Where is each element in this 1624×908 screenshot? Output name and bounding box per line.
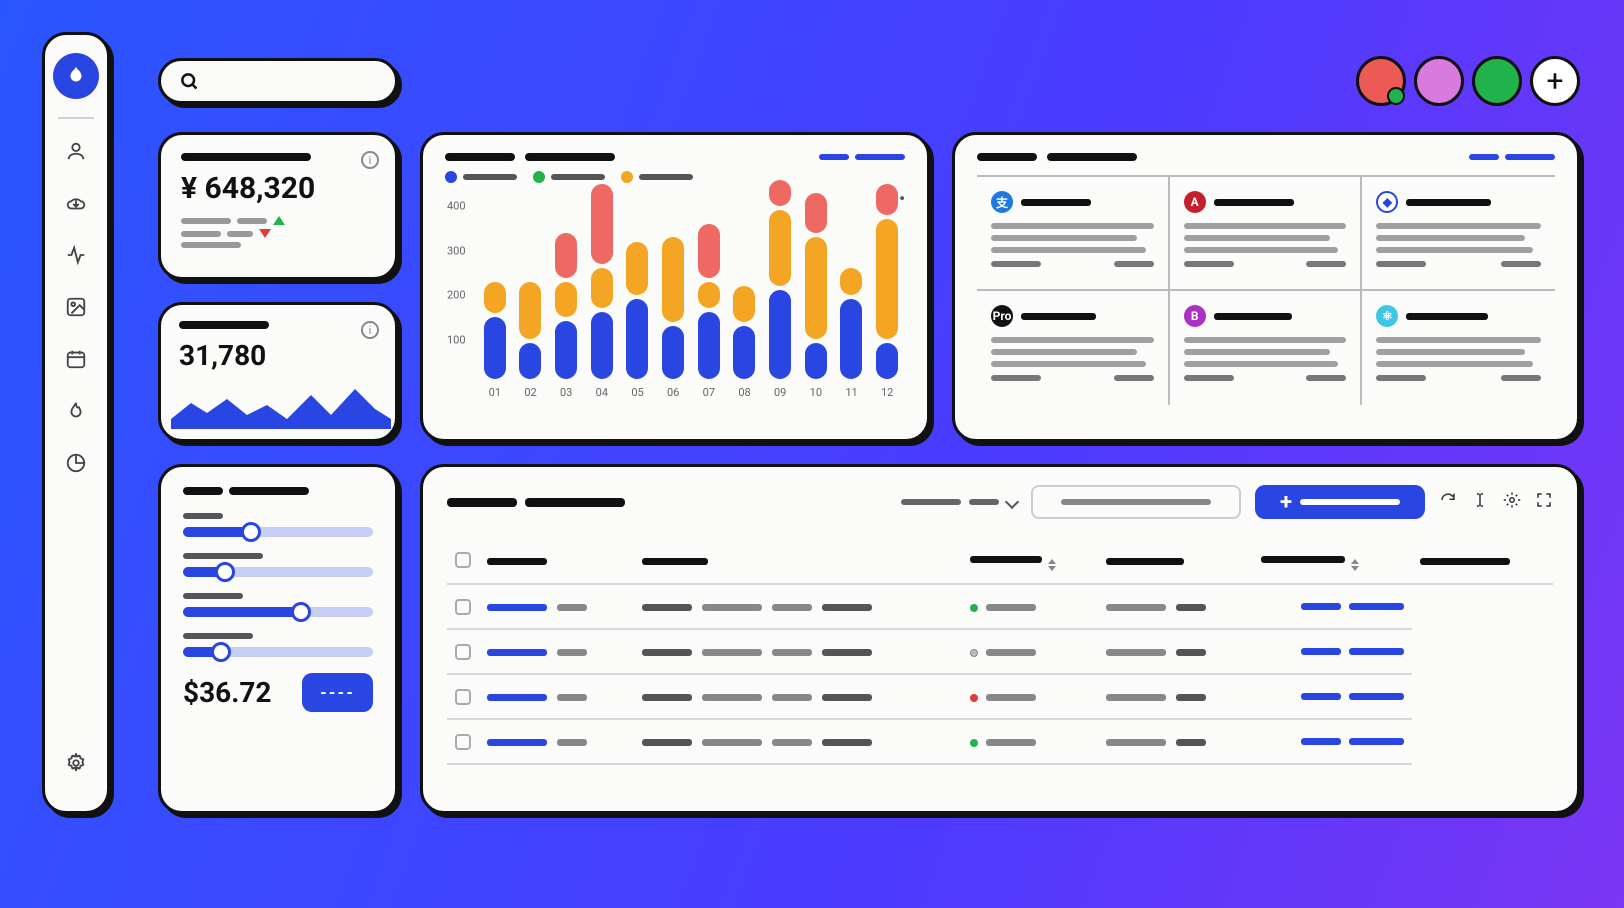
partner-cell-1[interactable]: A bbox=[1170, 177, 1363, 291]
visitors-label bbox=[179, 321, 269, 329]
row-checkbox[interactable] bbox=[455, 599, 471, 615]
column-header-2[interactable] bbox=[962, 537, 1098, 584]
info-icon[interactable]: i bbox=[361, 151, 379, 169]
slider-3[interactable] bbox=[183, 633, 373, 657]
chevron-down-icon bbox=[1005, 495, 1019, 509]
table-row[interactable] bbox=[447, 719, 1553, 764]
row-checkbox[interactable] bbox=[455, 734, 471, 750]
partners-link-1[interactable] bbox=[1469, 154, 1499, 160]
partner-cell-4[interactable]: B bbox=[1170, 291, 1363, 405]
revenue-label bbox=[181, 153, 311, 161]
column-header-0 bbox=[479, 537, 634, 584]
chart-legend bbox=[445, 171, 905, 183]
nav-activity-icon[interactable] bbox=[54, 233, 98, 277]
table-row[interactable] bbox=[447, 674, 1553, 719]
chart-link-1[interactable] bbox=[819, 154, 849, 160]
avatar-group: + bbox=[1356, 56, 1580, 106]
fullscreen-icon[interactable] bbox=[1535, 491, 1553, 513]
table-row[interactable] bbox=[447, 584, 1553, 629]
row-action-2[interactable] bbox=[1349, 738, 1404, 745]
visitors-card: i 31,780 bbox=[158, 302, 398, 442]
nav-user-icon[interactable] bbox=[54, 129, 98, 173]
table-row[interactable] bbox=[447, 629, 1553, 674]
sparkline-chart bbox=[171, 375, 391, 429]
table-title bbox=[447, 498, 625, 507]
row-action-1[interactable] bbox=[1301, 738, 1341, 745]
visitors-value: 31,780 bbox=[179, 339, 377, 372]
table-dropdown[interactable] bbox=[901, 497, 1017, 507]
chart-title bbox=[445, 153, 615, 161]
slider-1[interactable] bbox=[183, 553, 373, 577]
slider-2[interactable] bbox=[183, 593, 373, 617]
table-search-field[interactable] bbox=[1031, 485, 1241, 519]
row-action-1[interactable] bbox=[1301, 603, 1341, 610]
nav-flame-icon[interactable] bbox=[54, 389, 98, 433]
nav-settings-icon[interactable] bbox=[54, 741, 98, 785]
table-add-button[interactable]: + bbox=[1255, 485, 1425, 519]
row-action-2[interactable] bbox=[1349, 693, 1404, 700]
row-checkbox[interactable] bbox=[455, 689, 471, 705]
search-input[interactable] bbox=[158, 58, 398, 104]
partner-cell-0[interactable]: 支 bbox=[977, 177, 1170, 291]
column-header-5 bbox=[1412, 537, 1553, 584]
chart-card: ••• 100200300400 bbox=[420, 132, 930, 442]
gear-icon[interactable] bbox=[1503, 491, 1521, 513]
avatar-1[interactable] bbox=[1356, 56, 1406, 106]
slider-0[interactable] bbox=[183, 513, 373, 537]
status-dot bbox=[970, 649, 978, 657]
info-icon[interactable]: i bbox=[361, 321, 379, 339]
avatar-2[interactable] bbox=[1414, 56, 1464, 106]
column-header-3 bbox=[1098, 537, 1253, 584]
partner-cell-2[interactable]: ◆ bbox=[1362, 177, 1555, 291]
row-action-1[interactable] bbox=[1301, 648, 1341, 655]
table-card: + bbox=[420, 464, 1580, 814]
revenue-card: i ¥ 648,320 bbox=[158, 132, 398, 280]
delta-down-icon bbox=[259, 229, 271, 238]
revenue-value: ¥ 648,320 bbox=[181, 171, 375, 206]
row-action-2[interactable] bbox=[1349, 603, 1404, 610]
logo[interactable] bbox=[53, 53, 99, 99]
nav-piechart-icon[interactable] bbox=[54, 441, 98, 485]
sliders-card: $36.72 ---- bbox=[158, 464, 398, 814]
plus-icon: + bbox=[1280, 490, 1292, 515]
nav-calendar-icon[interactable] bbox=[54, 337, 98, 381]
refresh-icon[interactable] bbox=[1439, 491, 1457, 513]
row-action-1[interactable] bbox=[1301, 693, 1341, 700]
nav-download-icon[interactable] bbox=[54, 181, 98, 225]
row-checkbox[interactable] bbox=[455, 644, 471, 660]
avatar-3[interactable] bbox=[1472, 56, 1522, 106]
text-cursor-icon[interactable] bbox=[1471, 491, 1489, 513]
select-all-checkbox[interactable] bbox=[455, 552, 471, 568]
column-header-1 bbox=[634, 537, 962, 584]
partner-cell-5[interactable]: ⚛ bbox=[1362, 291, 1555, 405]
partners-title bbox=[977, 153, 1137, 161]
add-avatar-button[interactable]: + bbox=[1530, 56, 1580, 106]
search-icon bbox=[179, 71, 199, 91]
row-action-2[interactable] bbox=[1349, 648, 1404, 655]
delta-up-icon bbox=[273, 216, 285, 225]
price-value: $36.72 bbox=[183, 676, 271, 709]
sliders-title bbox=[183, 487, 373, 495]
status-dot bbox=[970, 604, 978, 612]
sidebar bbox=[42, 32, 110, 814]
status-dot bbox=[970, 739, 978, 747]
status-dot bbox=[970, 694, 978, 702]
sliders-submit-button[interactable]: ---- bbox=[302, 673, 373, 712]
nav-image-icon[interactable] bbox=[54, 285, 98, 329]
partner-cell-3[interactable]: Pro bbox=[977, 291, 1170, 405]
partners-card: 支 A ◆ Pro B ⚛ bbox=[952, 132, 1580, 442]
partners-link-2[interactable] bbox=[1505, 154, 1555, 160]
column-header-4[interactable] bbox=[1253, 537, 1412, 584]
chart-link-2[interactable] bbox=[855, 154, 905, 160]
